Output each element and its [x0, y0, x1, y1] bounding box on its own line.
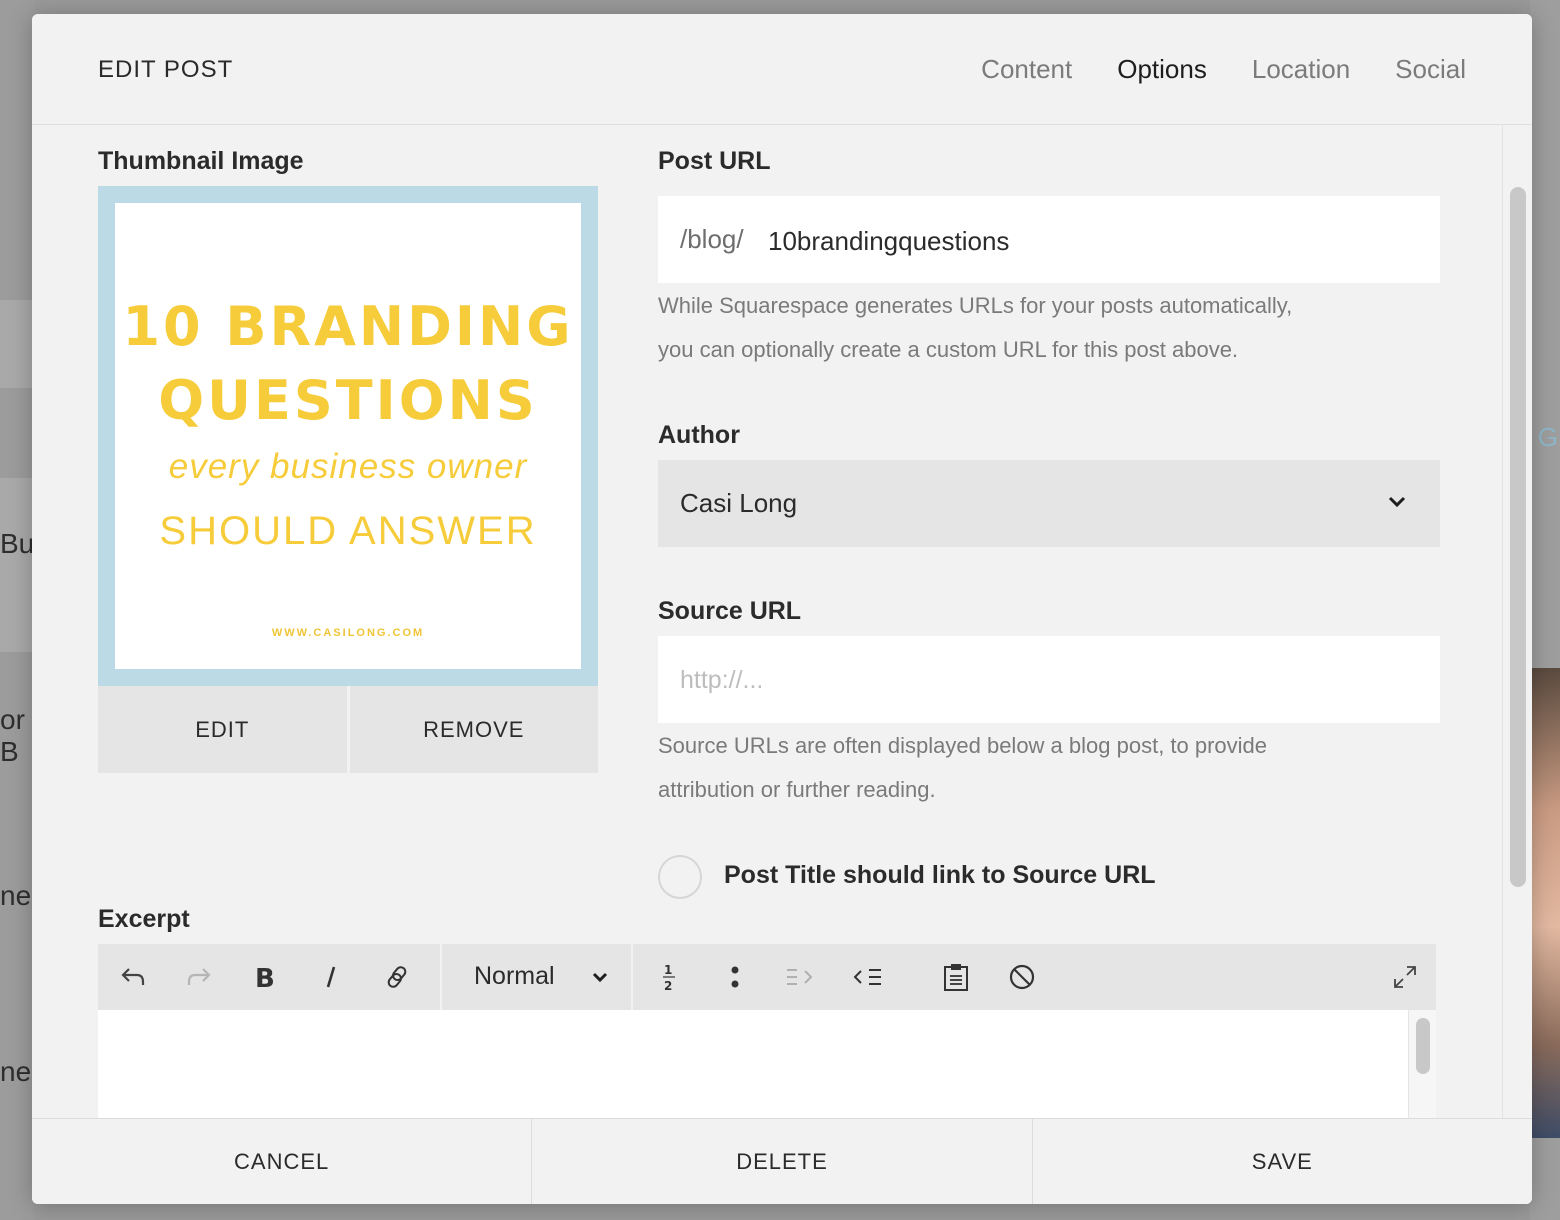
- background-text-fragment: ne: [0, 880, 32, 911]
- thumbnail-text-line: QUESTIONS: [158, 369, 538, 432]
- post-url-input[interactable]: 10brandingquestions: [768, 226, 1009, 257]
- post-url-label: Post URL: [658, 147, 771, 175]
- modal-scrollbar[interactable]: [1502, 125, 1532, 1118]
- author-select[interactable]: Casi Long: [658, 460, 1440, 547]
- expand-icon[interactable]: [1386, 958, 1424, 996]
- author-selected-value: Casi Long: [680, 488, 798, 518]
- edit-post-modal: EDIT POST Content Options Location Socia…: [32, 14, 1532, 1204]
- toolbar-divider: [440, 944, 442, 1010]
- background-band: [0, 300, 34, 388]
- thumbnail-image-content: 10 BRANDING QUESTIONS every business own…: [115, 203, 581, 669]
- svg-text:1: 1: [664, 963, 672, 977]
- source-url-input[interactable]: http://...: [680, 666, 763, 695]
- toolbar-divider: [631, 944, 633, 1010]
- background-left-strip: Bus or B ne ne: [0, 0, 48, 1220]
- modal-scrollbar-thumb[interactable]: [1510, 187, 1526, 887]
- redo-icon[interactable]: [180, 958, 218, 996]
- thumbnail-text-line: 10 BRANDING: [122, 295, 574, 358]
- paste-icon[interactable]: [937, 958, 975, 996]
- cancel-button[interactable]: CANCEL: [32, 1119, 531, 1204]
- excerpt-scrollbar-thumb[interactable]: [1416, 1018, 1430, 1074]
- post-url-help-line: you can optionally create a custom URL f…: [658, 337, 1239, 362]
- outdent-icon[interactable]: [848, 958, 886, 996]
- modal-header: EDIT POST Content Options Location Socia…: [32, 14, 1532, 125]
- background-right-strip: G: [1530, 0, 1560, 1220]
- background-photo: [1530, 668, 1560, 1138]
- excerpt-editor[interactable]: [98, 1010, 1436, 1118]
- svg-text:2: 2: [664, 979, 672, 992]
- thumbnail-image[interactable]: 10 BRANDING QUESTIONS every business own…: [98, 186, 598, 686]
- link-icon[interactable]: [378, 958, 416, 996]
- save-button[interactable]: SAVE: [1031, 1119, 1532, 1204]
- thumbnail-text-line: SHOULD ANSWER: [159, 509, 537, 553]
- tab-bar: Content Options Location Social: [981, 54, 1466, 85]
- thumbnail-actions: EDIT REMOVE: [98, 686, 598, 773]
- thumbnail-text-line: every business owner: [168, 447, 528, 486]
- modal-footer: CANCEL DELETE SAVE: [32, 1118, 1532, 1204]
- excerpt-scrollbar[interactable]: [1408, 1010, 1436, 1118]
- tab-options[interactable]: Options: [1117, 54, 1207, 85]
- tab-content[interactable]: Content: [981, 54, 1072, 85]
- thumbnail-label: Thumbnail Image: [98, 147, 304, 175]
- svg-text:B: B: [255, 964, 275, 991]
- post-url-help: While Squarespace generates URLs for you…: [658, 284, 1458, 372]
- link-to-source-label: Post Title should link to Source URL: [724, 861, 1156, 889]
- remove-thumbnail-button[interactable]: REMOVE: [346, 686, 598, 773]
- source-url-help-line: Source URLs are often displayed below a …: [658, 733, 1268, 758]
- source-url-label: Source URL: [658, 597, 802, 625]
- tab-social[interactable]: Social: [1395, 54, 1466, 85]
- modal-title: EDIT POST: [98, 56, 234, 83]
- chevron-down-icon: [1388, 496, 1406, 508]
- excerpt-label: Excerpt: [98, 905, 190, 933]
- background-band: [0, 478, 34, 652]
- post-url-field[interactable]: /blog/ 10brandingquestions: [658, 196, 1440, 283]
- background-text-fragment: ne: [0, 1056, 32, 1087]
- source-url-field[interactable]: http://...: [658, 636, 1440, 723]
- italic-icon[interactable]: [312, 958, 350, 996]
- modal-body: Thumbnail Image 10 BRANDING QUESTIONS ev…: [32, 125, 1532, 1118]
- undo-icon[interactable]: [114, 958, 152, 996]
- background-text-fragment: G: [1537, 422, 1558, 452]
- post-url-help-line: While Squarespace generates URLs for you…: [658, 293, 1293, 318]
- source-url-help-line: attribution or further reading.: [658, 777, 936, 802]
- excerpt-toolbar: B Normal 12: [98, 944, 1436, 1010]
- bold-icon[interactable]: B: [246, 958, 284, 996]
- delete-button[interactable]: DELETE: [531, 1119, 1031, 1204]
- post-url-prefix: /blog/: [680, 224, 744, 254]
- tab-location[interactable]: Location: [1252, 54, 1350, 85]
- edit-thumbnail-button[interactable]: EDIT: [98, 686, 347, 773]
- background-text-fragment: or B: [0, 704, 25, 767]
- clear-format-icon[interactable]: [1003, 958, 1041, 996]
- source-url-help: Source URLs are often displayed below a …: [658, 724, 1458, 812]
- format-select[interactable]: Normal: [474, 962, 555, 991]
- indent-icon[interactable]: [782, 958, 820, 996]
- link-to-source-radio[interactable]: [658, 855, 702, 899]
- chevron-down-icon: [592, 972, 608, 983]
- thumbnail-site-text: WWW.CASILONG.COM: [271, 627, 425, 639]
- ordered-list-icon[interactable]: 12: [650, 958, 688, 996]
- author-label: Author: [658, 421, 740, 449]
- bullet-list-icon[interactable]: [716, 958, 754, 996]
